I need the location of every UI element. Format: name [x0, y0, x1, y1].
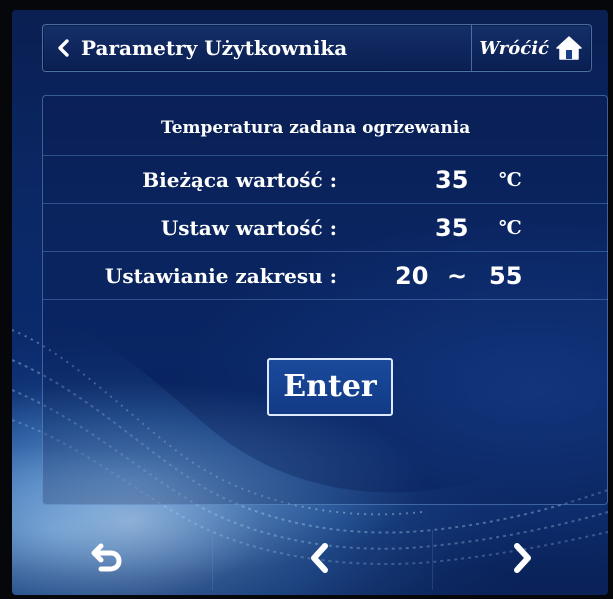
chevron-left-icon [58, 39, 69, 57]
set-value-label: Ustaw wartość : [160, 216, 337, 240]
return-icon [91, 543, 122, 571]
back-title-button[interactable]: Parametry Użytkownika [43, 25, 347, 71]
set-value-unit: ℃ [499, 217, 522, 239]
current-value-label: Bieżąca wartość : [142, 168, 337, 192]
range-separator: ~ [447, 262, 468, 290]
range-max: 55 [489, 262, 523, 290]
page-title: Parametry Użytkownika [81, 36, 348, 60]
home-icon [556, 36, 582, 60]
set-value-row[interactable]: Ustaw wartość : 35 ℃ [43, 203, 608, 251]
current-value: 35 [435, 166, 469, 194]
chevron-left-icon [311, 542, 328, 573]
return-button[interactable] [16, 520, 196, 595]
current-value-row: Bieżąca wartość : 35 ℃ [43, 155, 608, 203]
chevron-right-icon [514, 542, 531, 573]
panel-title: Temperatura zadana ogrzewania [161, 118, 471, 138]
home-button[interactable]: Wróćić [472, 25, 591, 71]
current-value-unit: ℃ [499, 169, 522, 191]
setting-panel: Temperatura zadana ogrzewania Bieżąca wa… [42, 95, 608, 505]
previous-button[interactable] [230, 520, 410, 595]
home-label: Wróćić [479, 37, 549, 59]
row-divider [43, 299, 608, 300]
set-value[interactable]: 35 [435, 204, 468, 252]
bottom-nav [12, 520, 608, 595]
range-min: 20 [395, 262, 429, 290]
nav-separator [212, 530, 213, 590]
screen: Parametry Użytkownika Wróćić Temperatura… [12, 10, 608, 595]
range-label: Ustawianie zakresu : [104, 264, 337, 288]
range-row: Ustawianie zakresu : 20 ~ 55 [43, 251, 608, 299]
enter-button[interactable]: Enter [267, 358, 393, 416]
header-bar: Parametry Użytkownika Wróćić [42, 24, 592, 72]
next-button[interactable] [432, 520, 608, 595]
device-frame: Parametry Użytkownika Wróćić Temperatura… [0, 0, 613, 599]
